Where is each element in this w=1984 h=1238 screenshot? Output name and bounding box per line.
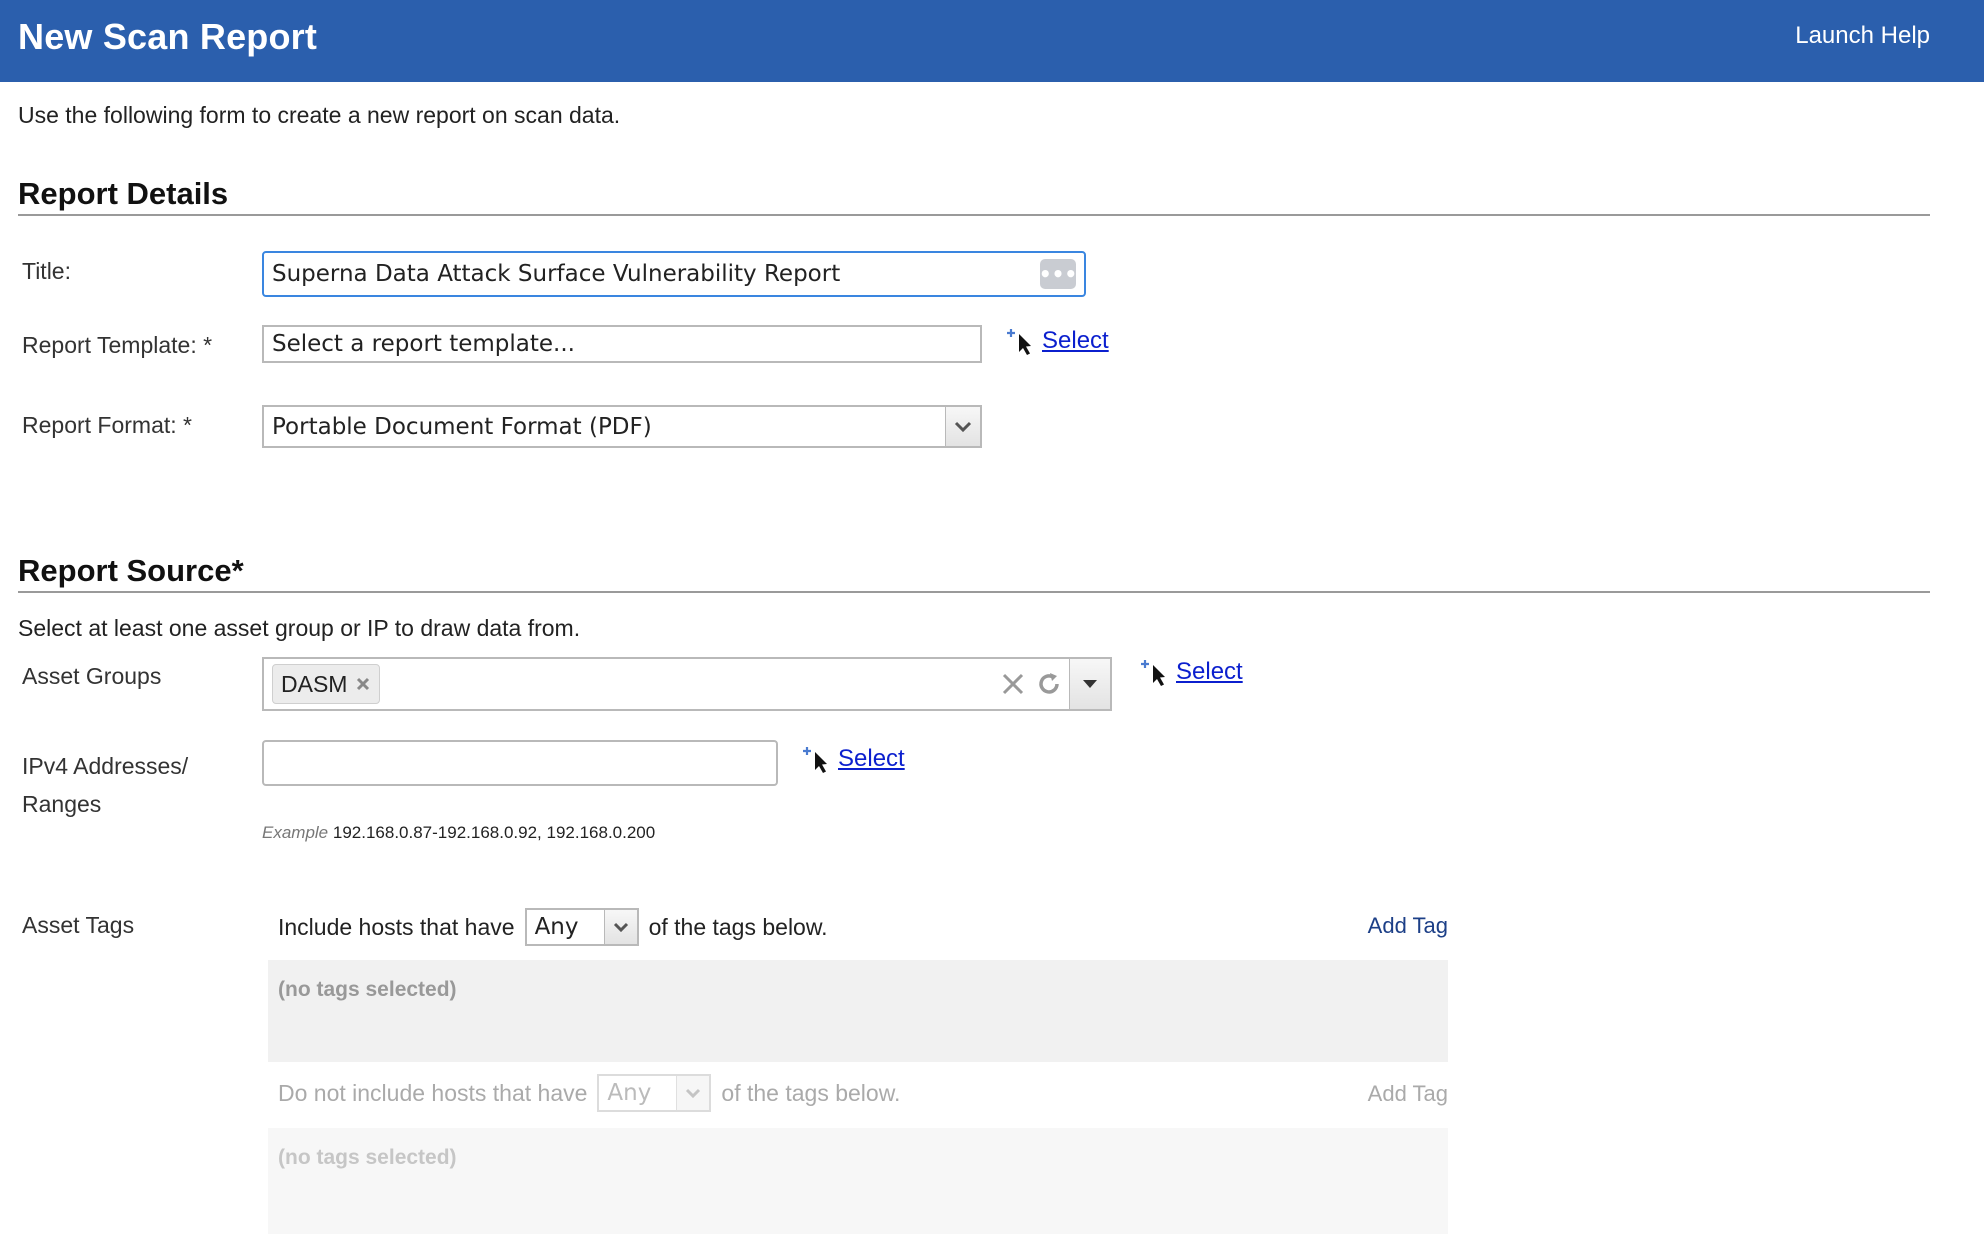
title-field[interactable]: Superna Data Attack Surface Vulnerabilit… xyxy=(262,251,1086,297)
add-select-cursor-icon xyxy=(1007,329,1031,355)
report-format-label: Report Format: * xyxy=(22,412,192,438)
asset-groups-field[interactable]: DASM xyxy=(262,657,1112,711)
ipv4-label-line1: IPv4 Addresses/ xyxy=(22,753,189,779)
include-prefix: Include hosts that have xyxy=(278,913,515,940)
report-template-select[interactable]: Select xyxy=(1004,326,1109,356)
ipv4-label-line2: Ranges xyxy=(22,791,102,817)
include-match-value: Any xyxy=(534,914,579,940)
exclude-tags-row: Do not include hosts that have Any of th… xyxy=(278,1074,900,1112)
ipv4-example: Example 192.168.0.87-192.168.0.92, 192.1… xyxy=(262,823,655,843)
asset-groups-select-link[interactable]: Select xyxy=(1176,658,1243,686)
launch-help-link[interactable]: Launch Help xyxy=(1795,22,1930,50)
add-select-cursor-icon xyxy=(803,747,827,773)
ipv4-example-prefix: Example xyxy=(262,823,329,842)
report-source-heading: Report Source* xyxy=(18,553,244,588)
report-template-placeholder: Select a report template... xyxy=(272,331,575,357)
exclude-empty-text: (no tags selected) xyxy=(278,1146,457,1169)
page-title: New Scan Report xyxy=(18,16,318,57)
exclude-tags-box: (no tags selected) xyxy=(268,1128,1448,1234)
report-format-select[interactable]: Portable Document Format (PDF) xyxy=(262,405,982,448)
report-template-label: Report Template: * xyxy=(22,332,213,358)
page-header: New Scan Report Launch Help xyxy=(0,0,1984,82)
exclude-match-select[interactable]: Any xyxy=(597,1074,712,1112)
section-divider xyxy=(18,591,1930,593)
caret-down-icon[interactable] xyxy=(1069,659,1110,709)
asset-groups-label: Asset Groups xyxy=(22,663,162,689)
ipv4-input[interactable] xyxy=(262,740,778,786)
ipv4-label: IPv4 Addresses/ Ranges xyxy=(22,747,188,823)
chevron-down-icon[interactable] xyxy=(676,1076,710,1110)
include-empty-text: (no tags selected) xyxy=(278,978,457,1001)
chip-remove-icon[interactable] xyxy=(355,676,371,692)
chevron-down-icon[interactable] xyxy=(603,910,637,944)
section-divider xyxy=(18,214,1930,216)
report-template-select-link[interactable]: Select xyxy=(1042,327,1109,355)
exclude-suffix: of the tags below. xyxy=(721,1079,901,1106)
include-tags-row: Include hosts that have Any of the tags … xyxy=(278,908,828,946)
intro-text: Use the following form to create a new r… xyxy=(18,102,621,128)
report-details-heading: Report Details xyxy=(18,176,229,211)
asset-group-chip[interactable]: DASM xyxy=(272,664,381,704)
asset-groups-select[interactable]: Select xyxy=(1138,657,1243,687)
clear-x-icon[interactable] xyxy=(999,670,1027,698)
asset-tags-label: Asset Tags xyxy=(22,912,135,938)
report-template-field[interactable]: Select a report template... xyxy=(262,325,982,363)
exclude-prefix: Do not include hosts that have xyxy=(278,1079,588,1106)
asset-group-chip-label: DASM xyxy=(281,670,348,697)
add-select-cursor-icon xyxy=(1141,660,1165,686)
ipv4-example-value: 192.168.0.87-192.168.0.92, 192.168.0.200 xyxy=(332,823,656,842)
ipv4-select-link[interactable]: Select xyxy=(838,745,905,773)
include-add-tag-link[interactable]: Add Tag xyxy=(1368,913,1448,939)
ipv4-select[interactable]: Select xyxy=(800,744,905,774)
include-tags-box: (no tags selected) xyxy=(268,960,1448,1062)
refresh-icon[interactable] xyxy=(1035,670,1063,698)
include-suffix: of the tags below. xyxy=(648,913,828,940)
exclude-match-value: Any xyxy=(607,1080,652,1106)
exclude-add-tag-link[interactable]: Add Tag xyxy=(1368,1081,1448,1107)
include-match-select[interactable]: Any xyxy=(524,908,639,946)
title-label: Title: xyxy=(22,258,71,284)
chevron-down-icon[interactable] xyxy=(945,407,980,446)
more-dots-icon[interactable]: ••• xyxy=(1039,259,1077,289)
report-format-value: Portable Document Format (PDF) xyxy=(272,413,652,440)
report-source-description: Select at least one asset group or IP to… xyxy=(18,615,581,641)
title-value: Superna Data Attack Surface Vulnerabilit… xyxy=(272,261,841,287)
